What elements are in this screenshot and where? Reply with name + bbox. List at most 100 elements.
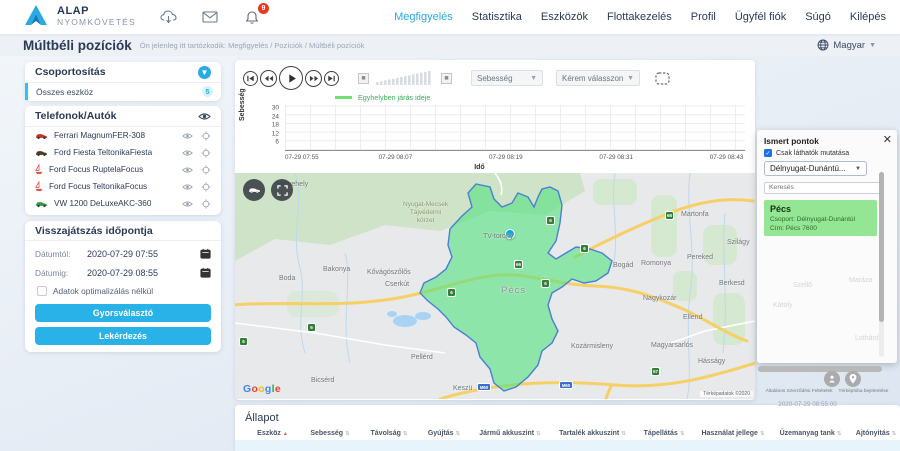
map-town-label: Bogád — [613, 262, 633, 269]
visible-only-checkbox[interactable]: ✓ — [764, 149, 772, 157]
device-visibility-eye-icon[interactable] — [182, 183, 193, 191]
all-devices-label: Összes eszköz — [36, 87, 93, 97]
status-card: Állapot Eszköz ▲Sebesség ⇅Távolság ⇅Gyúj… — [235, 405, 900, 451]
map-city-label-pecs: Pécs — [501, 285, 526, 296]
chart-xtick: 07-29 08:07 — [379, 154, 413, 161]
nav-flottakezeles[interactable]: Flottakezelés — [607, 11, 672, 23]
map-town-label: Nagykozár — [643, 295, 676, 302]
calendar-icon[interactable] — [200, 267, 211, 278]
device-row[interactable]: Ferrari MagnumFER-308 — [25, 127, 221, 144]
device-name: Ford Focus RuptelaFocus — [49, 165, 176, 174]
report-map-error-link[interactable]: Térképhiba bejelentése — [839, 389, 889, 394]
road-shield: 6 — [541, 279, 550, 288]
status-column-header[interactable]: Távolság ⇅ — [360, 430, 418, 437]
nav-ugyfel-fiok[interactable]: Ügyfél fiók — [735, 11, 786, 23]
close-icon[interactable]: ✕ — [883, 133, 892, 146]
optimize-checkbox[interactable] — [37, 286, 47, 296]
area-select-icon[interactable] — [655, 72, 670, 85]
region-select[interactable]: Délnyugat-Dunántú... ▼ — [764, 161, 867, 176]
known-point-group: Csoport: Délnyugat-Dunántúl — [770, 216, 871, 223]
quick-select-button[interactable]: Gyorsválasztó — [35, 304, 211, 322]
devices-card: Telefonok/Autók Ferrari MagnumFER-308For… — [25, 106, 221, 215]
nav-profil[interactable]: Profil — [691, 11, 716, 23]
device-row[interactable]: Ford Focus RuptelaFocus — [25, 161, 221, 178]
device-row[interactable]: Ford Focus TeltonikaFocus — [25, 178, 221, 195]
status-column-header[interactable]: Tartalék akkuszint ⇅ — [550, 430, 635, 437]
map-location-button[interactable] — [845, 371, 861, 387]
terms-link[interactable]: Általános Szerződési Feltételek — [766, 389, 833, 394]
device-locate-crosshair-icon[interactable] — [201, 148, 211, 158]
fast-forward-button[interactable] — [305, 70, 322, 87]
vehicle-tracking-map-button[interactable] — [243, 179, 265, 201]
calendar-icon[interactable] — [200, 248, 211, 259]
logo-line2: NYOMKÖVETÉS — [57, 17, 136, 27]
map-attribution: Térképadatok ©2020 — [700, 391, 753, 397]
google-logo: Google — [243, 383, 281, 395]
device-locate-crosshair-icon[interactable] — [201, 199, 211, 209]
status-column-header[interactable]: Sebesség ⇅ — [300, 430, 360, 437]
road-shield: 66 — [665, 211, 674, 220]
play-button[interactable] — [279, 66, 303, 90]
all-devices-group[interactable]: Összes eszköz 5 — [25, 83, 221, 100]
mail-icon[interactable] — [200, 8, 220, 26]
known-points-search-input[interactable] — [764, 182, 882, 194]
horizontal-scrollbar[interactable] — [758, 366, 882, 372]
date-to-input[interactable]: 2020-07-29 08:55 — [87, 268, 195, 278]
chart-ytick: 6 — [275, 139, 279, 146]
device-row[interactable]: VW 1200 DeLuxeAKC-360 — [25, 195, 221, 212]
known-point-item-pecs[interactable]: Pécs Csoport: Délnyugat-Dunántúl Cím: Pé… — [764, 200, 877, 236]
grouping-collapse-button[interactable]: ▼ — [198, 66, 211, 79]
date-from-input[interactable]: 2020-07-29 07:55 — [87, 249, 195, 259]
toggle-all-visibility-eye-icon[interactable] — [198, 112, 211, 121]
notifications-bell-icon[interactable]: 9 — [242, 8, 262, 26]
nav-sugo[interactable]: Súgó — [805, 11, 831, 23]
status-column-header[interactable]: Gyújtás ⇅ — [418, 430, 470, 437]
road-shield: 57 — [651, 367, 660, 376]
device-locate-crosshair-icon[interactable] — [201, 182, 211, 192]
rewind-button[interactable] — [260, 70, 277, 87]
device-locate-crosshair-icon[interactable] — [201, 165, 211, 175]
status-column-header[interactable]: Jármű akkuszint ⇅ — [470, 430, 550, 437]
status-column-header[interactable]: Ajtónyitás ⇅ — [848, 430, 900, 437]
status-column-header[interactable]: Használat jellege ⇅ — [693, 430, 773, 437]
status-column-header[interactable]: Tápellátás ⇅ — [635, 430, 693, 437]
map-town-label: Kővágószőlős — [367, 269, 411, 276]
nav-kilepes[interactable]: Kilépés — [850, 11, 886, 23]
map[interactable]: Nyugat-Mecsek Tájvédelmi körzet Google T… — [235, 173, 755, 399]
language-select[interactable]: Magyar ▼ — [817, 39, 876, 51]
chart-ytick: 24 — [272, 113, 279, 120]
speed-increase-button[interactable]: ■ — [441, 73, 452, 84]
vertical-scrollbar[interactable] — [879, 172, 884, 357]
chart-xtick: 07-29 07:55 — [285, 154, 319, 161]
map-town-label: Kozármisleny — [571, 343, 613, 350]
device-select[interactable]: Kérem válasszon▼ — [556, 70, 640, 86]
fullscreen-map-button[interactable] — [271, 179, 293, 201]
device-visibility-eye-icon[interactable] — [182, 166, 193, 174]
cloud-download-icon[interactable] — [158, 8, 178, 26]
query-button[interactable]: Lekérdezés — [35, 327, 211, 345]
speed-select[interactable]: Sebesség▼ — [471, 70, 543, 86]
device-name: VW 1200 DeLuxeAKC-360 — [54, 199, 176, 208]
nav-statisztika[interactable]: Statisztika — [472, 11, 522, 23]
chart-xlabel: Idő — [474, 164, 485, 171]
skip-to-start-button[interactable] — [243, 71, 258, 86]
device-row[interactable]: Ford Fiesta TeltonikaFiesta — [25, 144, 221, 161]
device-visibility-eye-icon[interactable] — [182, 149, 193, 157]
nav-megfigyeles[interactable]: Megfigyelés — [394, 11, 453, 23]
skip-to-end-button[interactable] — [324, 71, 339, 86]
road-shield: 6 — [447, 288, 456, 297]
map-town-label: Pereked — [687, 254, 713, 261]
street-view-button[interactable] — [824, 371, 840, 387]
speed-chart: Sebesség 612182430 07-29 07:5507-29 08:0… — [235, 103, 755, 169]
status-column-header[interactable]: Eszköz ▲ — [245, 430, 300, 437]
status-column-header[interactable]: Üzemanyag tank ⇅ — [773, 430, 848, 437]
top-header: ALAP NYOMKÖVETÉS 9 Megfigyelés Statis — [0, 0, 900, 34]
known-points-title: Ismert pontok — [764, 136, 897, 146]
chart-ytick: 12 — [272, 130, 279, 137]
device-locate-crosshair-icon[interactable] — [201, 131, 211, 141]
device-visibility-eye-icon[interactable] — [182, 200, 193, 208]
speed-ramp-slider[interactable] — [376, 71, 434, 86]
device-visibility-eye-icon[interactable] — [182, 132, 193, 140]
speed-decrease-button[interactable]: ■ — [358, 73, 369, 84]
nav-eszkozok[interactable]: Eszközök — [541, 11, 588, 23]
